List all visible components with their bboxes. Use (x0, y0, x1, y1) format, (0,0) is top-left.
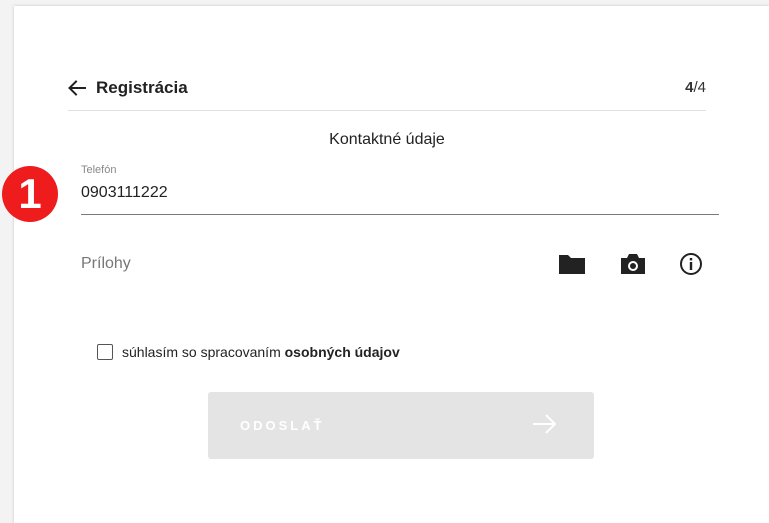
annotation-marker: 1 (2, 166, 58, 222)
submit-label: ODOSLAŤ (240, 418, 325, 433)
header: Registrácia 4/4 (68, 74, 706, 111)
info-icon[interactable] (676, 250, 706, 278)
consent-link-text[interactable]: osobných údajov (285, 344, 400, 360)
arrow-left-icon[interactable] (68, 80, 86, 96)
section-title: Kontaktné údaje (329, 131, 445, 148)
submit-button[interactable]: ODOSLAŤ (208, 392, 594, 459)
phone-field[interactable]: Telefón (81, 164, 719, 215)
back-button[interactable]: Registrácia (68, 78, 188, 98)
arrow-right-icon (532, 413, 558, 438)
step-total: /4 (693, 79, 706, 96)
consent-label: súhlasím so spracovaním osobných údajov (122, 344, 400, 360)
step-indicator: 4/4 (685, 79, 706, 96)
attachments-label: Prílohy (81, 255, 131, 272)
attachments-row: Prílohy (81, 246, 702, 282)
page-title: Registrácia (96, 78, 188, 97)
consent-checkbox[interactable]: súhlasím so spracovaním osobných údajov (97, 344, 400, 360)
camera-icon[interactable] (618, 250, 648, 278)
phone-input[interactable] (81, 184, 701, 202)
folder-icon[interactable] (557, 250, 587, 278)
phone-label: Telefón (81, 164, 117, 176)
consent-text: súhlasím so spracovaním (122, 344, 285, 360)
checkbox[interactable] (97, 344, 113, 360)
